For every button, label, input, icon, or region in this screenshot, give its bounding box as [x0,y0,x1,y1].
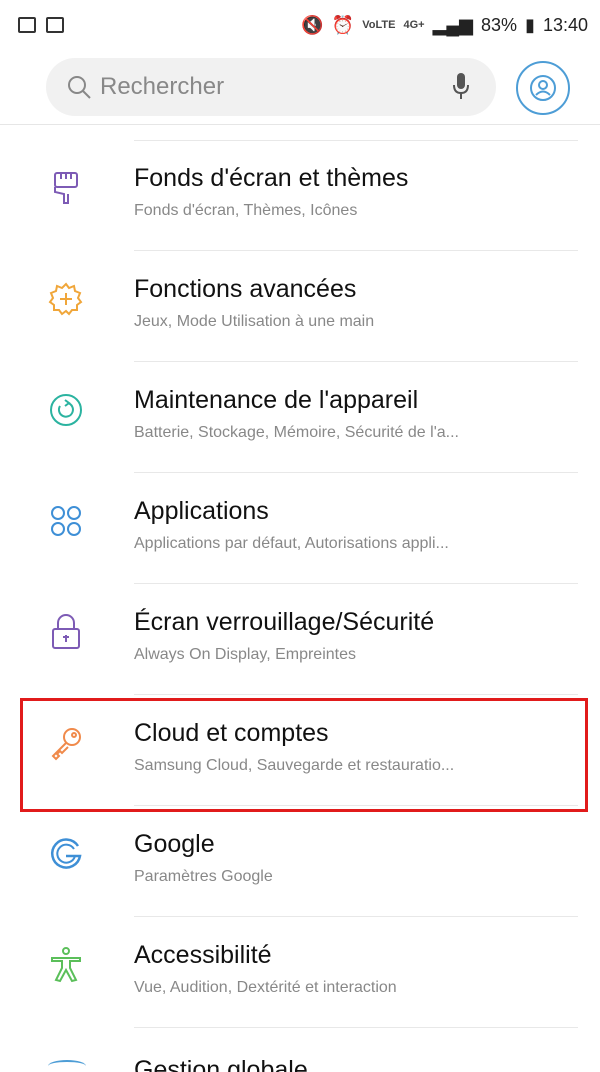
item-subtitle: Jeux, Mode Utilisation à une main [134,313,375,330]
volte-indicator: VoLTE [362,19,396,31]
item-title: Accessibilité [134,941,272,969]
signal-icon: ▂▄▆ [432,14,474,35]
gear-plus-icon [46,279,86,319]
account-button[interactable] [516,61,570,115]
network-indicator: 4G+ [403,19,425,31]
item-title: Google [134,830,215,858]
user-icon [530,75,556,101]
item-subtitle: Batterie, Stockage, Mémoire, Sécurité de… [134,424,459,441]
search-bar[interactable]: Rechercher [46,58,496,116]
settings-item-google[interactable]: Google Paramètres Google [0,806,600,917]
settings-item-device-maintenance[interactable]: Maintenance de l'appareil Batterie, Stoc… [0,362,600,473]
item-title: Écran verrouillage/Sécurité [134,608,435,636]
status-indicators: 🔇 ⏰ VoLTE 4G+ ▂▄▆ 83% ▮ 13:40 [301,15,588,36]
settings-item-lock-screen-security[interactable]: Écran verrouillage/Sécurité Always On Di… [0,584,600,695]
row-divider [134,140,578,141]
battery-icon: ▮ [525,14,535,35]
header-divider [0,124,600,125]
settings-item-advanced-features[interactable]: Fonctions avancées Jeux, Mode Utilisatio… [0,251,600,362]
microphone-icon[interactable] [446,67,476,107]
google-icon [46,834,86,874]
paint-brush-icon [46,168,86,208]
lock-icon [46,612,86,652]
search-placeholder: Rechercher [100,73,225,100]
highlight-box [20,698,588,812]
item-subtitle: Applications par défaut, Autorisations a… [134,535,449,552]
item-subtitle: Vue, Audition, Dextérité et interaction [134,979,397,996]
clock: 13:40 [542,14,588,35]
item-subtitle: Paramètres Google [134,868,273,885]
row-divider [134,1027,578,1028]
settings-item-general-management[interactable]: Gestion globale [134,1056,308,1072]
item-title: Maintenance de l'appareil [134,386,419,414]
mail-notification-icon [46,17,64,33]
search-icon [68,76,91,99]
settings-item-accessibility[interactable]: Accessibilité Vue, Audition, Dextérité e… [0,917,600,1028]
maintenance-icon [46,390,86,430]
item-title: Fonds d'écran et thèmes [134,164,409,192]
status-notifications [18,17,64,33]
image-notification-icon [18,17,36,33]
item-title: Applications [134,497,269,525]
item-subtitle: Fonds d'écran, Thèmes, Icônes [134,202,358,219]
alarm-icon: ⏰ [331,14,355,35]
item-subtitle: Always On Display, Empreintes [134,646,356,663]
status-bar: 🔇 ⏰ VoLTE 4G+ ▂▄▆ 83% ▮ 13:40 [0,0,600,50]
accessibility-icon [46,945,86,985]
apps-grid-icon [46,501,86,541]
settings-item-applications[interactable]: Applications Applications par défaut, Au… [0,473,600,584]
mute-icon: 🔇 [301,14,324,35]
settings-list: Fonds d'écran et thèmes Fonds d'écran, T… [0,140,600,1028]
battery-level: 83% [481,14,518,35]
general-management-icon [48,1060,86,1072]
settings-item-wallpapers[interactable]: Fonds d'écran et thèmes Fonds d'écran, T… [0,140,600,251]
item-title: Fonctions avancées [134,275,357,303]
